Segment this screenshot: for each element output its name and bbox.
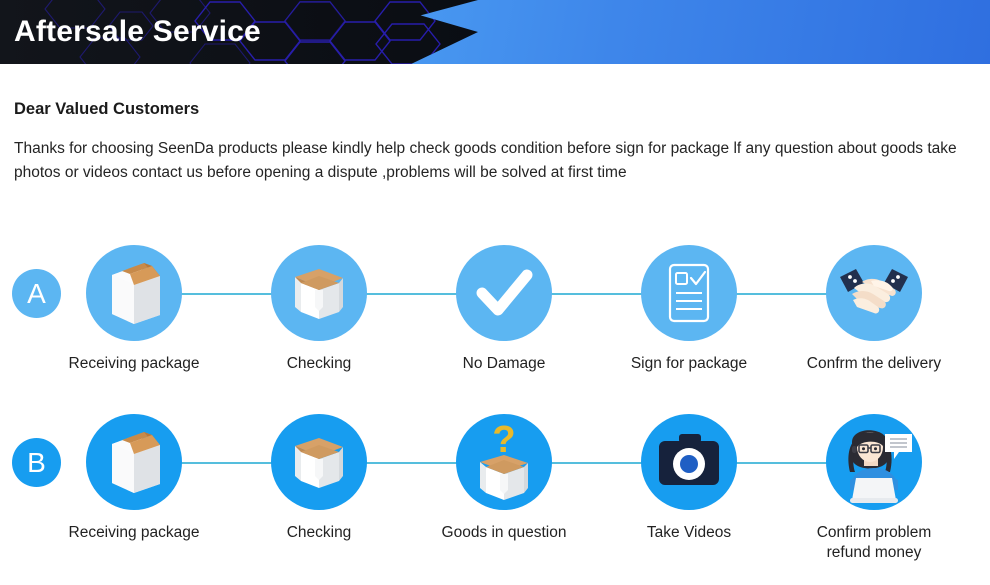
row-badge-b: B xyxy=(12,438,61,487)
flow-row-a: A Receiving package Checking No Damage S… xyxy=(0,245,990,385)
step-b-2[interactable]: Checking xyxy=(244,414,394,543)
step-circle xyxy=(456,245,552,341)
step-label: Checking xyxy=(286,524,352,541)
intro-block: Dear Valued Customers Thanks for choosin… xyxy=(14,100,974,185)
row-badge-a: A xyxy=(12,269,61,318)
step-label: No Damage xyxy=(462,355,546,372)
step-b-1[interactable]: Receiving package xyxy=(59,414,209,543)
checkmark-icon xyxy=(476,269,533,316)
svg-text:?: ? xyxy=(492,419,515,461)
step-a-5[interactable]: Confrm the delivery xyxy=(799,245,949,374)
step-circle xyxy=(86,245,182,341)
step-a-1[interactable]: Receiving package xyxy=(59,245,209,374)
step-a-4[interactable]: Sign for package xyxy=(614,245,764,374)
handshake-icon xyxy=(840,269,908,314)
step-circle xyxy=(826,414,922,510)
page-title: Aftersale Service xyxy=(14,15,261,48)
question-box-icon: ? xyxy=(480,419,528,500)
open-box-icon xyxy=(295,269,343,319)
support-agent-icon xyxy=(848,430,912,503)
step-label: Goods in question xyxy=(441,524,567,541)
step-b-4[interactable]: Take Videos xyxy=(614,414,764,543)
page-banner: Aftersale Service xyxy=(0,0,990,64)
step-circle xyxy=(826,245,922,341)
step-circle xyxy=(271,245,367,341)
closed-box-icon xyxy=(112,263,160,324)
step-label: Sign for package xyxy=(630,355,748,372)
signed-document-icon xyxy=(668,263,710,323)
step-label: Confirm problem refund money xyxy=(816,524,932,561)
step-a-2[interactable]: Checking xyxy=(244,245,394,374)
closed-box-icon xyxy=(112,432,160,493)
step-label: Receiving package xyxy=(68,524,200,541)
aftersale-service-page: Aftersale Service Dear Valued Customers … xyxy=(0,0,990,585)
step-b-3[interactable]: ? Goods in question xyxy=(429,414,579,543)
step-label: Take Videos xyxy=(646,524,732,541)
intro-paragraph: Thanks for choosing SeenDa products plea… xyxy=(14,140,957,182)
step-label: Checking xyxy=(286,355,352,372)
step-circle xyxy=(641,245,737,341)
step-label: Receiving package xyxy=(68,355,200,372)
step-a-3[interactable]: No Damage xyxy=(429,245,579,374)
flow-row-b: B Receiving package Checking ? Goods in … xyxy=(0,414,990,561)
step-circle xyxy=(641,414,737,510)
camera-icon xyxy=(659,434,719,485)
step-label: Confrm the delivery xyxy=(806,355,942,372)
step-b-5[interactable]: Confirm problem refund money xyxy=(799,414,949,563)
salutation: Dear Valued Customers xyxy=(14,100,200,118)
step-circle xyxy=(271,414,367,510)
step-circle xyxy=(86,414,182,510)
step-circle: ? xyxy=(456,414,552,510)
open-box-icon xyxy=(295,438,343,488)
